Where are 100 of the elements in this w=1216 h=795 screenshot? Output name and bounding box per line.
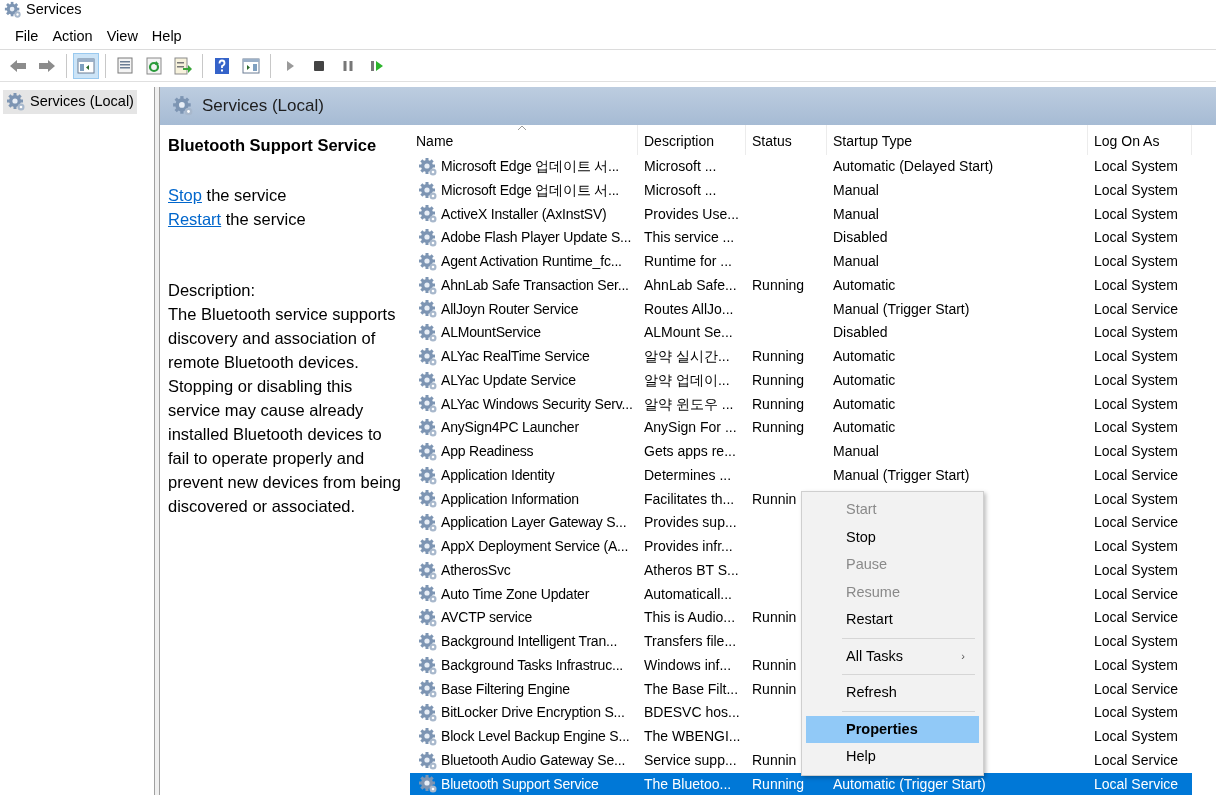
table-cell: Runnin <box>752 609 797 626</box>
table-cell: 알약 윈도우 ... <box>644 395 734 412</box>
menu-item[interactable]: Help <box>144 23 189 50</box>
table-cell: Determines ... <box>644 466 732 483</box>
service-row[interactable]: ALYac RealTime Service <box>410 345 638 369</box>
menu-item[interactable]: Action <box>45 23 100 50</box>
table-cell: Automatic <box>833 395 896 412</box>
service-row[interactable]: AllJoyn Router Service <box>410 297 638 322</box>
table-cell: Local System <box>1094 728 1179 744</box>
table-cell: Atheros BT S... <box>644 561 739 578</box>
gear-icon <box>418 323 438 344</box>
service-name: Bluetooth Support Service <box>441 774 599 794</box>
table-cell: Transfers file... <box>644 633 737 649</box>
column-header[interactable]: Log On As <box>1088 125 1192 155</box>
service-row[interactable]: AppX Deployment Service (A... <box>410 535 638 559</box>
service-row[interactable]: Bluetooth Audio Gateway Se... <box>410 748 638 773</box>
service-name: AhnLab Safe Transaction Ser... <box>441 275 629 295</box>
table-cell: Microsoft ... <box>644 181 717 198</box>
action-link[interactable]: Restart <box>168 210 222 228</box>
tree-item[interactable]: Services (Local) <box>3 90 137 114</box>
pane-title: Services (Local) <box>202 95 324 118</box>
table-cell: Automatic <box>833 419 896 436</box>
context-menu-item[interactable]: Stop <box>806 523 979 551</box>
service-row[interactable]: Bluetooth Support Service <box>410 772 638 795</box>
service-name: ActiveX Installer (AxInstSV) <box>441 204 607 224</box>
service-name: Block Level Backup Engine S... <box>441 727 630 746</box>
service-row[interactable]: App Readiness <box>410 440 638 464</box>
context-menu-item[interactable]: Restart <box>806 606 979 634</box>
service-row[interactable]: Adobe Flash Player Update S... <box>410 226 638 250</box>
service-name: Adobe Flash Player Update S... <box>441 228 632 248</box>
table-cell: Provides Use... <box>644 205 739 222</box>
service-title: Bluetooth Support Service <box>168 135 378 156</box>
gear-icon <box>6 91 26 112</box>
service-row[interactable]: Agent Activation Runtime_fc... <box>410 250 638 274</box>
gear-icon <box>418 536 438 557</box>
table-cell: Local System <box>1094 419 1179 436</box>
gear-icon <box>418 299 438 320</box>
action-text: the service <box>225 210 306 228</box>
column-header[interactable]: Description <box>638 125 746 155</box>
description-label: Description: <box>168 280 257 301</box>
service-name: Microsoft Edge 업데이트 서... <box>441 157 620 176</box>
table-cell: Disabled <box>833 324 888 341</box>
table-cell: AnySign For ... <box>644 419 737 436</box>
service-row[interactable]: BitLocker Drive Encryption S... <box>410 701 638 725</box>
window-title: Services <box>26 0 82 20</box>
service-name: Base Filtering Engine <box>441 679 570 699</box>
service-row[interactable]: ALMountService <box>410 321 638 345</box>
context-menu-item[interactable]: Properties <box>806 715 979 743</box>
table-cell: Local Service <box>1094 514 1179 531</box>
service-row[interactable]: ALYac Update Service <box>410 368 638 393</box>
gear-icon <box>418 251 438 272</box>
context-menu-item[interactable]: Help <box>806 743 979 771</box>
service-row[interactable]: Application Identity <box>410 463 638 488</box>
column-header[interactable]: Status <box>746 125 827 155</box>
table-cell: Local Service <box>1094 609 1179 626</box>
column-header[interactable]: Startup Type <box>827 125 1088 155</box>
service-row[interactable]: ActiveX Installer (AxInstSV) <box>410 202 638 227</box>
gear-icon <box>418 418 438 439</box>
gear-icon <box>172 95 194 117</box>
service-row[interactable]: ALYac Windows Security Serv... <box>410 392 638 417</box>
service-row[interactable]: AtherosSvc <box>410 558 638 583</box>
table-cell: Runnin <box>752 680 797 697</box>
service-name: ALMountService <box>441 323 541 343</box>
service-row[interactable]: Microsoft Edge 업데이트 서... <box>410 155 638 179</box>
service-row[interactable]: Background Tasks Infrastruc... <box>410 653 638 678</box>
window-list-icon <box>115 55 135 76</box>
service-row[interactable]: AhnLab Safe Transaction Ser... <box>410 273 638 298</box>
gear-icon <box>418 703 438 724</box>
gear-icon <box>418 465 438 486</box>
service-row[interactable]: Background Intelligent Tran... <box>410 630 638 654</box>
sort-caret-icon <box>518 125 526 131</box>
gear-icon <box>418 180 438 201</box>
table-cell: Routes AllJo... <box>644 300 734 317</box>
service-row[interactable]: AVCTP service <box>410 606 638 630</box>
gear-icon <box>418 750 438 771</box>
service-name: AVCTP service <box>441 608 533 628</box>
table-cell: Manual (Trigger Start) <box>833 300 970 317</box>
service-row[interactable]: Auto Time Zone Updater <box>410 582 638 607</box>
action-link[interactable]: Stop <box>168 186 202 204</box>
menu-item[interactable]: File <box>8 23 46 50</box>
table-cell: Running <box>752 395 805 412</box>
service-name: AllJoyn Router Service <box>441 299 579 319</box>
table-cell: Automatic <box>833 276 896 293</box>
menu-item[interactable]: View <box>99 23 145 50</box>
gear-icon <box>418 489 438 510</box>
service-row[interactable]: Application Information <box>410 487 638 512</box>
service-row[interactable]: Block Level Backup Engine S... <box>410 725 638 749</box>
service-row[interactable]: AnySign4PC Launcher <box>410 416 638 440</box>
context-menu-item[interactable]: All Tasks › <box>806 642 979 670</box>
service-row[interactable]: Microsoft Edge 업데이트 서... <box>410 178 638 203</box>
service-row[interactable]: Application Layer Gateway S... <box>410 511 638 535</box>
service-row[interactable]: Base Filtering Engine <box>410 677 638 702</box>
table-cell: Local System <box>1094 633 1179 649</box>
export-list-icon <box>173 55 193 76</box>
gear-icon <box>418 370 438 391</box>
service-name: BitLocker Drive Encryption S... <box>441 703 625 723</box>
gear-icon <box>418 513 438 534</box>
table-cell: Running <box>752 775 805 792</box>
column-header[interactable]: Name <box>410 125 638 155</box>
context-menu-item[interactable]: Refresh <box>806 679 979 707</box>
